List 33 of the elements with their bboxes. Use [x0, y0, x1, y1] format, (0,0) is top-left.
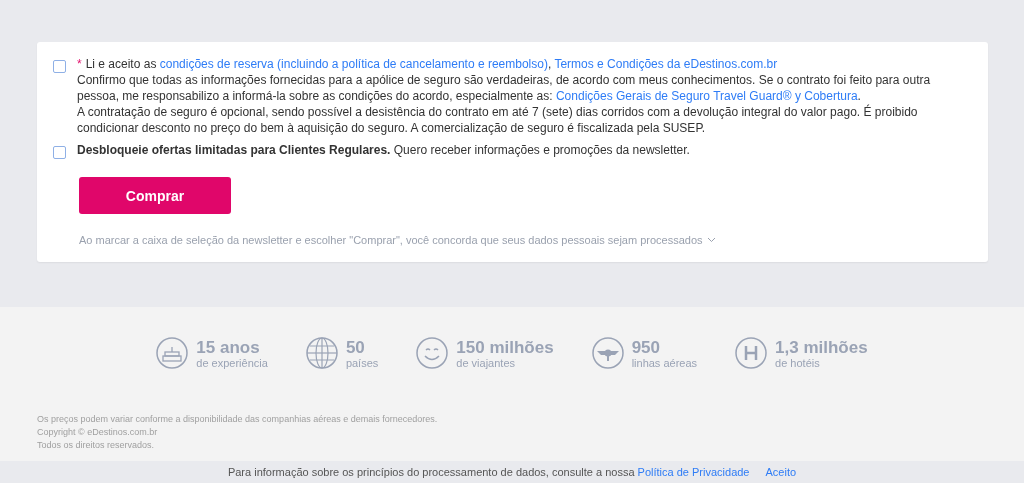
checkbox[interactable] [53, 146, 66, 159]
stat-label: países [345, 356, 379, 369]
privacy-link[interactable]: Política de Privacidade [637, 466, 750, 478]
buy-button[interactable]: Comprar [79, 177, 231, 214]
stat-label: linhas aéreas [631, 356, 698, 369]
accept-button[interactable]: Aceito [765, 466, 797, 478]
stat-value: 950 [631, 337, 661, 357]
footer-text: Copyright © eDestinos.com.br [37, 426, 159, 439]
stat-value: 1,3 milhões [775, 337, 868, 357]
stat-label: de experiência [196, 356, 268, 369]
cake-icon [156, 337, 189, 369]
smiley-icon [416, 337, 449, 369]
terms-link[interactable]: Termos e Condições da eDestinos.com.br [554, 57, 778, 71]
privacy-notice: Para informação sobre os princípios do processamento de dados, consulte a nossa Política de Privacidade [227, 466, 750, 478]
consent-text: Confirmo que todas as informações fornecidas para a apólice de seguro são verdadeiras, de acordo com meus conhecimentos. Se o contrato foi feito para outra pessoa, me responsabilizo a informá-la sobre as condições do acordo, especialmente as: Condições Gerais de Seguro Travel Guard® y Cobertura. [77, 72, 932, 104]
chevron-down-icon[interactable] [706, 237, 716, 243]
consent-text: Desbloqueie ofertas limitadas para Clientes Regulares. Quero receber informações e promoções da newsletter. [77, 142, 690, 158]
consent-text: A contratação de seguro é opcional, sendo possível a desistência do contrato em até 7 (sete) dias corridos com a devolução integral do valor pago. É proibido condicionar desconto no preço do bem à aquisição do seguro. A comercialização de seguro é fiscalizada pela SUSEP. [77, 104, 919, 136]
footer-text: Os preços podem variar conforme a disponibilidade das companhias aéreas e demais fornecedores. [37, 413, 439, 426]
stat-label: de viajantes [456, 356, 516, 369]
hotel-icon [735, 337, 768, 369]
stat-label: de hotéis [775, 356, 821, 369]
terms-link[interactable]: condições de reserva (incluindo a política de cancelamento e reembolso) [159, 57, 548, 71]
airplane-icon [591, 337, 624, 369]
data-notice: Ao marcar a caixa de seleção da newsletter e escolher "Comprar", você concorda que seus dados pessoais sejam processados [79, 234, 703, 246]
stat-value: 50 [345, 337, 366, 357]
globe-icon [305, 337, 338, 369]
consent-text: * Li e aceito as condições de reserva (incluindo a política de cancelamento e reembolso), Termos e Condições da eDestinos.com.br [77, 56, 779, 72]
footer-text: Todos os direitos reservados. [37, 439, 156, 452]
terms-link[interactable]: Condições Gerais de Seguro Travel Guard® y Cobertura [555, 89, 858, 103]
stat-value: 150 milhões [456, 337, 554, 357]
checkbox[interactable] [53, 60, 66, 73]
stat-value: 15 anos [196, 337, 261, 357]
